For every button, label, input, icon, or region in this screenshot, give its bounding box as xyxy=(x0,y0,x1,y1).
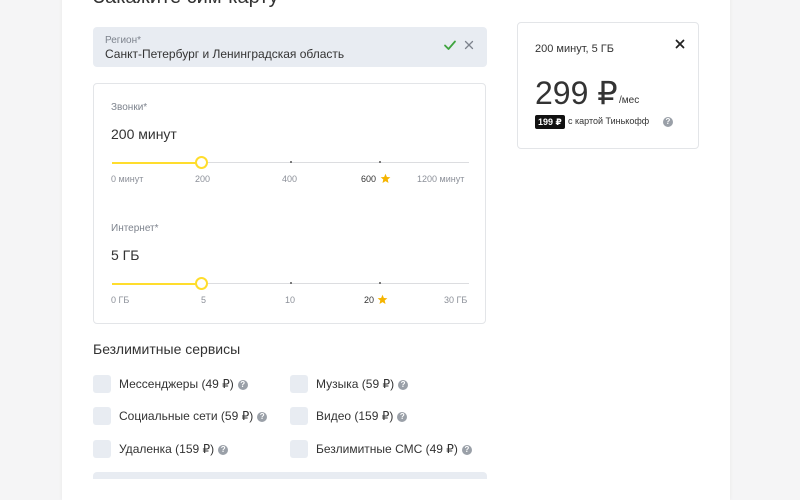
help-icon[interactable]: ? xyxy=(237,380,248,390)
service-label: Видео (159 ₽) xyxy=(316,409,394,423)
help-icon[interactable]: ? xyxy=(398,380,409,390)
calls-tick-label: 400 xyxy=(282,174,298,184)
help-icon[interactable]: ? xyxy=(663,117,673,127)
calls-slider-thumb[interactable] xyxy=(195,156,209,169)
internet-tick-label: 10 xyxy=(285,295,296,305)
internet-value: 5 ГБ xyxy=(111,247,140,263)
close-icon[interactable] xyxy=(461,37,477,53)
calls-tick-mark xyxy=(290,161,292,163)
service-sms-checkbox[interactable]: Безлимитные СМС (49 ₽)? xyxy=(290,440,472,458)
internet-slider[interactable] xyxy=(112,277,469,290)
region-field[interactable]: Регион* Санкт-Петербург и Ленинградская … xyxy=(93,27,487,67)
order-summary: 200 минут, 5 ГБ 299 ₽ /мес 199 ₽ с карто… xyxy=(517,22,699,149)
internet-tick-label: 30 ГБ xyxy=(444,295,468,305)
calls-tick-label: 200 xyxy=(195,174,211,184)
calls-slider[interactable] xyxy=(112,156,469,169)
help-icon[interactable]: ? xyxy=(218,445,229,455)
calls-value: 200 минут xyxy=(111,126,177,142)
internet-label: Интернет* xyxy=(111,223,159,234)
internet-tick-label: 0 ГБ xyxy=(111,295,130,305)
checkbox[interactable] xyxy=(290,440,308,458)
internet-tick-mark xyxy=(290,282,292,284)
checkbox[interactable] xyxy=(290,375,308,393)
next-field-partial xyxy=(93,472,487,479)
region-label: Регион* xyxy=(105,35,142,46)
region-value[interactable]: Санкт-Петербург и Ленинградская область xyxy=(105,47,344,61)
summary-price: 299 ₽ xyxy=(535,75,618,111)
internet-slider-thumb[interactable] xyxy=(195,277,209,290)
internet-tick-label: 20 xyxy=(364,295,375,305)
calls-tick-label: 0 минут xyxy=(111,174,144,184)
services-title: Безлимитные сервисы xyxy=(93,341,241,357)
service-label: Удаленка (159 ₽) xyxy=(119,442,215,456)
internet-tick-mark xyxy=(379,282,381,284)
checkbox[interactable] xyxy=(93,375,111,393)
internet-slider-fill xyxy=(112,282,202,285)
calls-tick-mark xyxy=(379,161,381,163)
service-messengers-checkbox[interactable]: Мессенджеры (49 ₽)? xyxy=(93,375,253,393)
service-social-checkbox[interactable]: Социальные сети (59 ₽)? xyxy=(93,407,273,425)
check-icon xyxy=(444,40,456,50)
star-icon xyxy=(377,294,388,304)
checkbox[interactable] xyxy=(93,440,111,458)
checkbox[interactable] xyxy=(290,407,308,425)
calls-tick-label: 1200 минут xyxy=(417,174,465,184)
calls-slider-fill xyxy=(112,161,202,164)
help-icon[interactable]: ? xyxy=(257,412,268,422)
internet-tick-label: 5 xyxy=(201,295,207,305)
service-remote-checkbox[interactable]: Удаленка (159 ₽)? xyxy=(93,440,233,458)
checkbox[interactable] xyxy=(93,407,111,425)
calls-label: Звонки* xyxy=(111,102,148,113)
close-icon[interactable] xyxy=(673,37,687,51)
service-label: Безлимитные СМС (49 ₽) xyxy=(316,442,458,456)
service-video-checkbox[interactable]: Видео (159 ₽)? xyxy=(290,407,410,425)
service-label: Музыка (59 ₽) xyxy=(316,377,395,391)
service-label: Мессенджеры (49 ₽) xyxy=(119,377,234,391)
promo-price-badge: 199 ₽ xyxy=(535,115,565,129)
calls-tick-label: 600 xyxy=(361,174,377,184)
promo-text: с картой Тинькофф xyxy=(568,116,650,126)
summary-plan: 200 минут, 5 ГБ xyxy=(535,43,614,55)
tariff-sliders: Звонки* 200 минут 0 минут 200 400 600 12… xyxy=(93,83,486,324)
service-music-checkbox[interactable]: Музыка (59 ₽)? xyxy=(290,375,410,393)
help-icon[interactable]: ? xyxy=(397,412,408,422)
page-title: Закажите сим-карту xyxy=(93,0,279,9)
star-icon xyxy=(380,173,391,183)
help-icon[interactable]: ? xyxy=(461,445,472,455)
service-label: Социальные сети (59 ₽) xyxy=(119,409,254,423)
summary-period: /мес xyxy=(619,95,640,106)
